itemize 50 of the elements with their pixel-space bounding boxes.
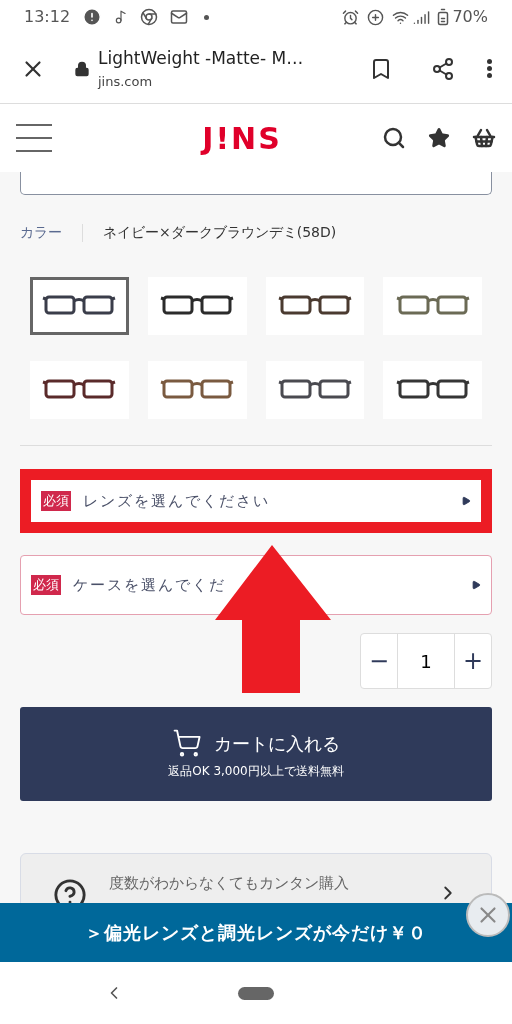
required-badge: 必須 bbox=[31, 575, 61, 595]
search-button[interactable] bbox=[382, 126, 406, 150]
status-time: 13:12 bbox=[24, 6, 71, 28]
play-arrow-icon bbox=[471, 580, 481, 590]
quantity-value: 1 bbox=[397, 634, 455, 688]
color-label: カラー bbox=[20, 223, 62, 242]
data-saver-icon bbox=[367, 8, 385, 26]
mail-icon bbox=[170, 8, 189, 26]
music-note-icon bbox=[114, 10, 129, 24]
battery-level: 70% bbox=[452, 6, 488, 28]
basket-button[interactable] bbox=[472, 126, 496, 150]
lock-icon bbox=[74, 60, 90, 77]
add-to-cart-button[interactable]: カートに入れる 返品OK 3,000円以上で送料無料 bbox=[20, 707, 492, 801]
alarm-icon bbox=[342, 8, 360, 26]
site-logo[interactable]: J!NS bbox=[202, 115, 282, 161]
color-swatch[interactable] bbox=[147, 277, 247, 335]
signal-icon bbox=[413, 8, 431, 26]
home-pill[interactable] bbox=[238, 986, 274, 1000]
minus-button[interactable]: − bbox=[361, 634, 397, 688]
menu-button[interactable] bbox=[16, 124, 52, 152]
option-label: ケースを選んでくだ bbox=[73, 574, 226, 596]
required-badge: 必須 bbox=[41, 491, 71, 511]
page-title: LightWeight -Matte- M… bbox=[98, 47, 305, 70]
promo-banner[interactable]: ＞偏光レンズと調光レンズが今だけ￥０ bbox=[0, 903, 512, 962]
color-swatch[interactable] bbox=[265, 361, 365, 419]
color-swatch[interactable] bbox=[30, 361, 129, 419]
option-selector[interactable]: 必須 レンズを選んでください bbox=[20, 469, 492, 533]
chrome-icon bbox=[140, 8, 159, 26]
play-arrow-icon bbox=[461, 496, 471, 506]
cart-label: カートに入れる bbox=[214, 731, 340, 756]
help-card[interactable]: 度数がわからなくてもカンタン購入 bbox=[20, 853, 492, 903]
alert-icon bbox=[82, 7, 103, 27]
promo-text: ＞偏光レンズと調光レンズが今だけ￥０ bbox=[85, 921, 427, 945]
color-swatch[interactable] bbox=[147, 361, 247, 419]
help-icon bbox=[53, 878, 87, 903]
share-button[interactable] bbox=[431, 56, 455, 81]
help-text: 度数がわからなくてもカンタン購入 bbox=[109, 873, 349, 894]
plus-button[interactable]: + bbox=[455, 634, 491, 688]
color-swatch[interactable] bbox=[265, 277, 365, 335]
color-swatch[interactable] bbox=[383, 277, 482, 335]
page-domain: jins.com bbox=[98, 72, 154, 91]
color-swatch[interactable] bbox=[30, 277, 129, 335]
option-label: レンズを選んでください bbox=[83, 490, 270, 512]
more-button[interactable] bbox=[487, 59, 492, 78]
cart-icon bbox=[172, 728, 202, 758]
color-swatch[interactable] bbox=[383, 361, 482, 419]
color-value: ネイビー×ダークブラウンデミ(58D) bbox=[103, 223, 337, 242]
cart-note: 返品OK 3,000円以上で送料無料 bbox=[168, 763, 344, 780]
more-icon bbox=[487, 59, 492, 78]
favorites-button[interactable] bbox=[428, 127, 450, 149]
